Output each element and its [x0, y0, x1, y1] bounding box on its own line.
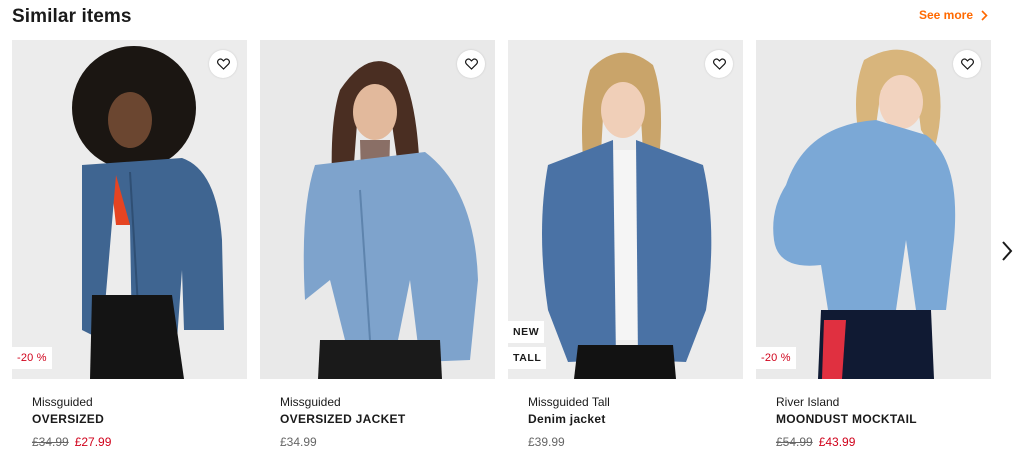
product-brand: Missguided [280, 395, 341, 409]
section-title: Similar items [12, 6, 132, 27]
product-brand: Missguided Tall [528, 395, 610, 409]
product-name: OVERSIZED [32, 412, 105, 426]
product-photo-illustration [303, 61, 478, 379]
see-more-link[interactable]: See more [919, 8, 988, 22]
wishlist-button[interactable] [209, 50, 237, 78]
product-image[interactable]: NEW TALL [508, 40, 743, 379]
wishlist-button[interactable] [705, 50, 733, 78]
product-info: Missguided OVERSIZED £34.99 £27.99 [32, 394, 111, 451]
heart-outline-icon [464, 58, 478, 70]
see-more-label: See more [918, 8, 973, 22]
product-brand: Missguided [32, 395, 93, 409]
wishlist-button[interactable] [953, 50, 981, 78]
product-info: Missguided Tall Denim jacket £39.99 [528, 394, 610, 451]
original-price: £34.99 [32, 435, 69, 449]
product-image[interactable]: -20 % [12, 40, 247, 379]
product-image[interactable] [260, 40, 495, 379]
product-name: MOONDUST MOCKTAIL [776, 412, 917, 426]
product-info: River Island MOONDUST MOCKTAIL £54.99 £4… [776, 394, 917, 451]
carousel-next-button[interactable] [996, 238, 1018, 264]
product-photo-illustration [72, 46, 224, 379]
product-photo-illustration [773, 49, 956, 379]
product-brand: River Island [776, 395, 840, 409]
product-card[interactable]: -20 % Missguided OVERSIZED £34.99 £27.99 [12, 40, 247, 469]
sale-price: £27.99 [74, 435, 112, 449]
discount-badge: -20 % [12, 347, 52, 369]
section-header: Similar items See more [12, 4, 992, 30]
heart-outline-icon [216, 58, 230, 70]
product-prices: £34.99 [280, 434, 406, 451]
product-name: Denim jacket [528, 412, 606, 426]
sale-price: £43.99 [818, 435, 856, 449]
product-card[interactable]: NEW TALL Missguided Tall Denim jacket £3… [508, 40, 743, 469]
chevron-right-icon [981, 9, 988, 21]
price: £34.99 [280, 435, 317, 449]
product-prices: £34.99 £27.99 [32, 434, 111, 451]
product-card[interactable]: -20 % River Island MOONDUST MOCKTAIL £54… [756, 40, 991, 469]
heart-outline-icon [960, 58, 974, 70]
product-name: OVERSIZED JACKET [280, 412, 406, 426]
new-badge: NEW [508, 321, 545, 343]
tall-badge: TALL [508, 347, 547, 369]
product-prices: £39.99 [528, 434, 610, 451]
product-prices: £54.99 £43.99 [776, 434, 917, 451]
chevron-right-icon [1002, 241, 1013, 261]
heart-outline-icon [712, 58, 726, 70]
product-card[interactable]: Missguided OVERSIZED JACKET £34.99 [260, 40, 495, 469]
product-info: Missguided OVERSIZED JACKET £34.99 [280, 394, 406, 451]
discount-badge: -20 % [756, 347, 796, 369]
price: £39.99 [528, 435, 565, 449]
original-price: £54.99 [776, 435, 813, 449]
wishlist-button[interactable] [457, 50, 485, 78]
product-image[interactable]: -20 % [756, 40, 991, 379]
